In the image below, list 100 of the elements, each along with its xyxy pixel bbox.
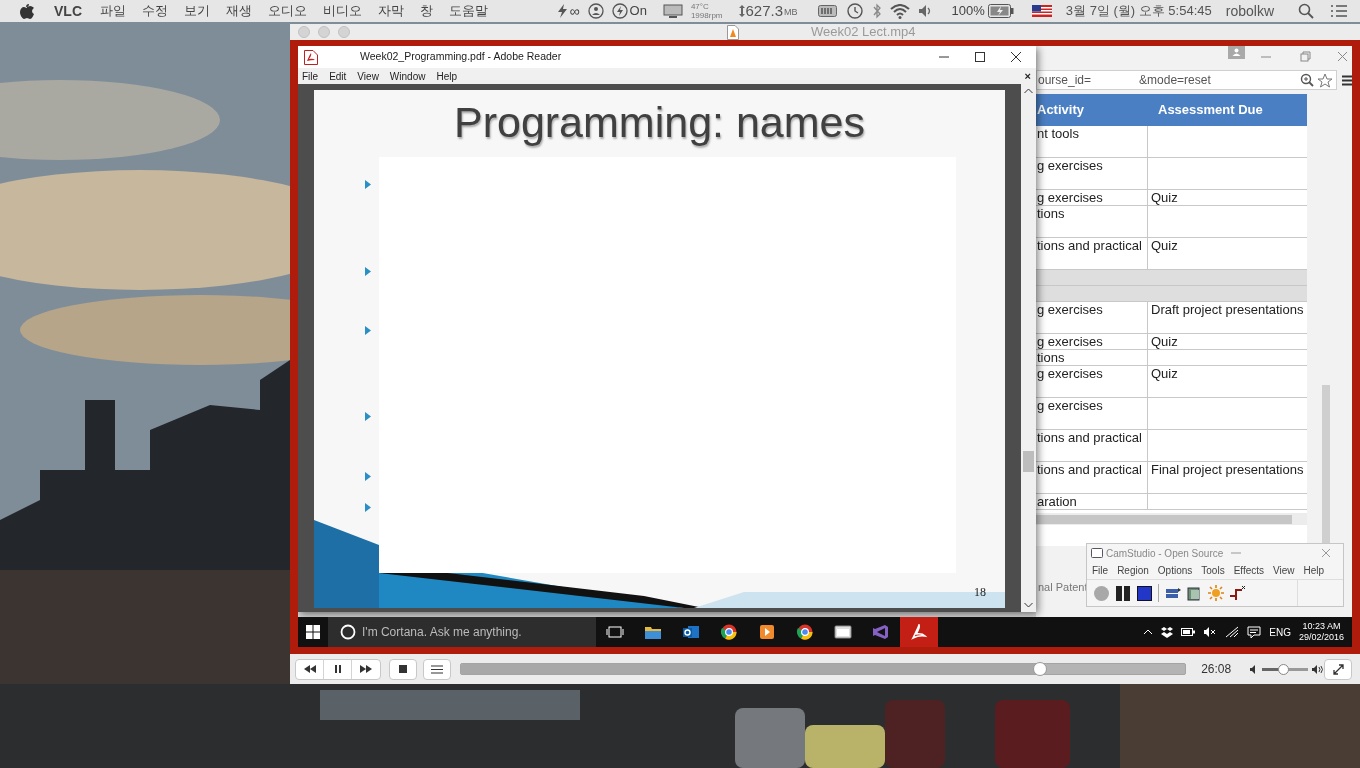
menu-item[interactable]: 수정 bbox=[142, 1, 168, 21]
battery-charging-icon[interactable] bbox=[987, 4, 1014, 18]
language-indicator[interactable]: ENG bbox=[1269, 624, 1291, 640]
bullet-icon bbox=[365, 503, 371, 512]
stop-icon[interactable] bbox=[398, 665, 407, 673]
scrollbar-thumb[interactable] bbox=[1023, 451, 1034, 472]
speaker-icon[interactable] bbox=[917, 4, 932, 18]
table-cell: Quiz bbox=[1151, 334, 1178, 349]
bullet-icon bbox=[365, 472, 371, 481]
message-icon[interactable] bbox=[1247, 625, 1262, 639]
sun-icon[interactable] bbox=[1208, 585, 1224, 601]
horizontal-scrollbar[interactable] bbox=[1036, 513, 1307, 525]
address-text: ourse_id= bbox=[1038, 72, 1092, 89]
apple-icon[interactable] bbox=[20, 3, 34, 19]
star-icon[interactable] bbox=[1317, 72, 1333, 88]
pause-icon[interactable] bbox=[334, 665, 341, 673]
flag-icon[interactable] bbox=[1031, 5, 1052, 17]
menu-item[interactable]: Help bbox=[436, 68, 457, 84]
gauge-icon[interactable] bbox=[817, 5, 838, 17]
menu-item[interactable]: 보기 bbox=[184, 1, 210, 21]
person-circle-icon[interactable] bbox=[587, 3, 604, 19]
pause-icon[interactable] bbox=[1115, 585, 1131, 601]
vertical-scrollbar[interactable] bbox=[1021, 84, 1036, 612]
rewind-icon[interactable] bbox=[303, 665, 316, 673]
menu-item[interactable]: File bbox=[1092, 563, 1109, 578]
scroll-up-icon[interactable] bbox=[1024, 88, 1033, 94]
table-cell: nt tools bbox=[1036, 126, 1079, 141]
menu-clock[interactable]: 3월 7일 (월) 오후 5:54:45 bbox=[1065, 1, 1212, 21]
search-icon[interactable] bbox=[1298, 3, 1314, 19]
scroll-down-icon[interactable] bbox=[1024, 602, 1033, 608]
stop-button[interactable] bbox=[1137, 585, 1152, 601]
close-document-button[interactable]: × bbox=[1024, 67, 1031, 85]
power-mode-label: ∞ bbox=[569, 1, 580, 21]
wifi-icon[interactable] bbox=[889, 3, 910, 19]
window-title: Week02_Programming.pdf - Adobe Reader bbox=[360, 49, 562, 65]
volume-high-icon[interactable] bbox=[1312, 664, 1325, 674]
menu-item[interactable]: 자막 bbox=[378, 1, 404, 21]
book-icon[interactable] bbox=[1187, 585, 1202, 601]
bolt-icon[interactable] bbox=[557, 4, 567, 18]
menu-item[interactable]: 오디오 bbox=[268, 1, 307, 21]
scrollbar-thumb[interactable] bbox=[1322, 385, 1330, 545]
volume-thumb[interactable] bbox=[1277, 663, 1289, 675]
menu-item[interactable]: 비디오 bbox=[323, 1, 362, 21]
menu-item[interactable]: Effects bbox=[1233, 563, 1265, 578]
list-icon[interactable] bbox=[430, 664, 443, 674]
menu-item[interactable]: View bbox=[1273, 563, 1295, 578]
memory-unit: MB bbox=[784, 5, 798, 19]
task-view-icon bbox=[606, 624, 624, 640]
table-cell: g exercises bbox=[1036, 190, 1103, 205]
document-icon bbox=[727, 25, 739, 40]
menu-item[interactable]: View bbox=[357, 68, 379, 84]
player-icon bbox=[758, 624, 776, 640]
menu-item[interactable]: Tools bbox=[1201, 563, 1225, 578]
menu-item[interactable]: 창 bbox=[420, 1, 433, 21]
boxes-icon[interactable] bbox=[1161, 626, 1174, 638]
table-cell: Quiz bbox=[1151, 238, 1178, 253]
chevron-up-icon[interactable] bbox=[1143, 629, 1154, 635]
menu-item[interactable]: 파일 bbox=[100, 1, 126, 21]
column-header[interactable]: Activity bbox=[1036, 100, 1148, 120]
bolt-circle-icon[interactable] bbox=[611, 3, 628, 19]
window-icon bbox=[1091, 548, 1103, 558]
address-bar[interactable]: ourse_id= &mode=reset bbox=[1036, 70, 1337, 90]
bullet-icon bbox=[365, 412, 371, 421]
window-title: Week02 Lect.mp4 bbox=[811, 24, 916, 40]
menu-item[interactable]: Options bbox=[1157, 563, 1193, 578]
menu-item[interactable]: 도움말 bbox=[449, 1, 488, 21]
mute-icon[interactable] bbox=[1203, 626, 1218, 638]
column-header[interactable]: Assessment Due bbox=[1148, 100, 1307, 120]
globe-icon bbox=[720, 624, 738, 640]
monitor-icon[interactable] bbox=[662, 4, 683, 18]
menu-item[interactable]: Edit bbox=[329, 68, 347, 84]
table-cell: Quiz bbox=[1151, 190, 1178, 205]
seek-thumb[interactable] bbox=[1033, 662, 1048, 676]
menu-item[interactable]: File bbox=[302, 68, 319, 84]
clock-history-icon[interactable] bbox=[845, 2, 864, 20]
power-label: On bbox=[629, 2, 647, 21]
menu-item[interactable]: 재생 bbox=[226, 1, 252, 21]
taskbar-time[interactable]: 10:23 AM bbox=[1302, 621, 1341, 632]
menu-item[interactable]: Help bbox=[1303, 563, 1325, 578]
fullscreen-button[interactable] bbox=[1324, 658, 1352, 680]
table-cell: Quiz bbox=[1151, 366, 1178, 381]
table-cell: tions bbox=[1036, 206, 1065, 221]
zoom-in-icon[interactable] bbox=[1300, 73, 1314, 87]
user-name[interactable]: robolkw bbox=[1225, 0, 1274, 22]
table-cell: tions and practical bbox=[1036, 430, 1142, 445]
menu-icon[interactable] bbox=[1342, 75, 1352, 86]
bluetooth-icon[interactable] bbox=[871, 3, 882, 19]
menu-item[interactable]: Window bbox=[389, 68, 426, 84]
app-menu[interactable]: VLC bbox=[54, 0, 82, 22]
pdf-icon bbox=[304, 49, 318, 65]
taskbar-date[interactable]: 29/02/2016 bbox=[1298, 632, 1344, 643]
battery-icon[interactable] bbox=[1181, 627, 1196, 637]
expand-icon[interactable] bbox=[1332, 663, 1344, 675]
memory-reading: 627.3 bbox=[745, 0, 784, 21]
signal-icon[interactable] bbox=[1225, 626, 1240, 638]
menu-item[interactable]: Region bbox=[1117, 563, 1149, 578]
circle-icon[interactable] bbox=[340, 624, 356, 640]
annotation-icon[interactable] bbox=[1230, 586, 1246, 600]
layers-icon[interactable] bbox=[1165, 585, 1181, 601]
fast-forward-icon[interactable] bbox=[360, 665, 372, 673]
